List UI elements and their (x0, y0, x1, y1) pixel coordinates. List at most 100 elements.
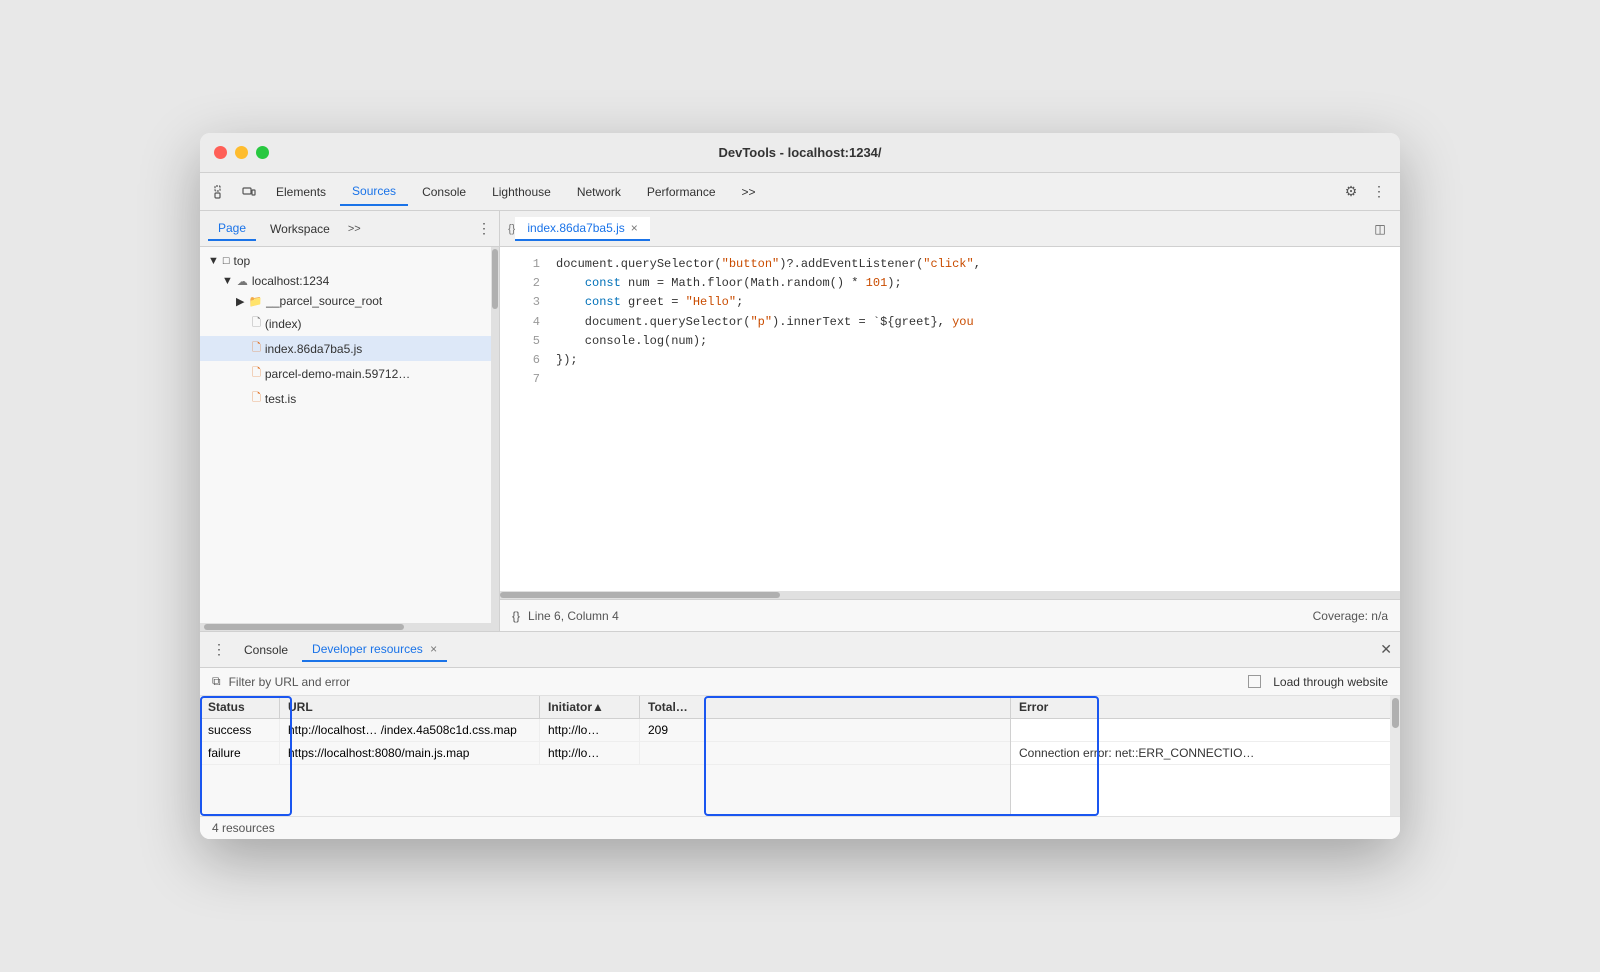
code-hscrollbar[interactable] (500, 591, 1400, 599)
table-row-2[interactable]: failure https://localhost:8080/main.js.m… (200, 742, 1010, 765)
code-tab-label: index.86da7ba5.js (527, 221, 624, 235)
tree-item-index[interactable]: 🗋 (index) (200, 311, 491, 336)
tree-item-localhost[interactable]: ▼ ☁ localhost:1234 (200, 271, 491, 291)
tree-item-index-js[interactable]: 🗋 index.86da7ba5.js (200, 336, 491, 361)
tab-page[interactable]: Page (208, 217, 256, 241)
left-panel-hscrollbar[interactable] (200, 623, 499, 631)
resources-scrollbar-thumb[interactable] (1392, 698, 1399, 728)
bottom-tab-bar: ⋮ Console Developer resources × ✕ (200, 632, 1400, 668)
filter-icon: ⧉ (212, 674, 221, 689)
tab-console[interactable]: Console (410, 179, 478, 205)
tab-sources[interactable]: Sources (340, 178, 408, 206)
th-initiator: Initiator▲ (540, 696, 640, 718)
error-row-2: Connection error: net::ERR_CONNECTIO… (1011, 742, 1390, 765)
code-position: Line 6, Column 4 (528, 609, 619, 623)
settings-icon[interactable]: ⚙ (1338, 179, 1364, 205)
code-format-icon[interactable]: {} (508, 223, 515, 235)
file-icon-indexjs: 🗋 (252, 339, 261, 358)
tab-lighthouse[interactable]: Lighthouse (480, 179, 563, 205)
line-num-5: 5 (512, 332, 540, 351)
tree-item-parcel-root[interactable]: ▶ 📁 __parcel_source_root (200, 291, 491, 311)
td-url-1: http://localhost… /index.4a508c1d.css.ma… (280, 719, 540, 741)
tab-dev-resources-close[interactable]: × (430, 642, 437, 656)
title-bar: DevTools - localhost:1234/ (200, 133, 1400, 173)
file-icon-index: 🗋 (252, 314, 261, 333)
minimize-button[interactable] (235, 146, 248, 159)
resource-count: 4 resources (212, 821, 275, 835)
tab-console-bottom[interactable]: Console (234, 639, 298, 661)
code-line-6: 6 }); (500, 351, 1400, 370)
close-button[interactable] (214, 146, 227, 159)
left-panel-hscrollbar-thumb[interactable] (204, 624, 404, 630)
error-row-1 (1011, 719, 1390, 742)
more-options-icon[interactable]: ⋮ (1366, 179, 1392, 205)
code-line-7: 7 (500, 370, 1400, 389)
left-panel-tabs: Page Workspace >> ⋮ (200, 211, 499, 247)
load-through-website-checkbox[interactable] (1248, 675, 1261, 688)
main-content: Page Workspace >> ⋮ ▼ □ top (200, 211, 1400, 631)
tab-performance[interactable]: Performance (635, 179, 728, 205)
format-icon: {} (512, 609, 520, 623)
file-icon-parcel: 🗋 (252, 364, 261, 383)
tab-dev-resources[interactable]: Developer resources × (302, 638, 447, 662)
tab-more[interactable]: >> (730, 179, 768, 205)
resources-scrollbar[interactable] (1390, 696, 1400, 816)
td-url-2: https://localhost:8080/main.js.map (280, 742, 540, 764)
left-panel: Page Workspace >> ⋮ ▼ □ top (200, 211, 500, 631)
bottom-menu-icon[interactable]: ⋮ (208, 637, 230, 662)
th-total: Total… (640, 696, 690, 718)
tree-item-testis[interactable]: 🗋 test.is (200, 386, 491, 411)
arrow-down-icon: ▼ (208, 255, 219, 267)
status-bar: {} Line 6, Column 4 Coverage: n/a (500, 599, 1400, 631)
bottom-footer: 4 resources (200, 816, 1400, 839)
bottom-panel: ⋮ Console Developer resources × ✕ ⧉ Filt… (200, 631, 1400, 839)
window-title: DevTools - localhost:1234/ (718, 145, 881, 160)
left-panel-scrollbar[interactable] (491, 247, 499, 623)
code-line-3: 3 const greet = "Hello"; (500, 293, 1400, 312)
code-tab-close[interactable]: × (631, 221, 638, 235)
code-line-5: 5 console.log(num); (500, 332, 1400, 351)
line-content-3: const greet = "Hello"; (556, 293, 1388, 312)
code-hscrollbar-thumb[interactable] (500, 592, 780, 598)
line-num-3: 3 (512, 293, 540, 312)
td-status-1: success (200, 719, 280, 741)
error-header: Error (1011, 696, 1390, 719)
td-total-2 (640, 742, 690, 764)
table-row-1[interactable]: success http://localhost… /index.4a508c1… (200, 719, 1010, 742)
maximize-button[interactable] (256, 146, 269, 159)
file-tree: ▼ □ top ▼ ☁ localhost:1234 ▶ (200, 247, 491, 623)
code-panel: {} index.86da7ba5.js × ◫ 1 document.quer… (500, 211, 1400, 631)
line-num-1: 1 (512, 255, 540, 274)
resources-table: Status URL Initiator▲ Total… success htt… (200, 696, 1010, 816)
tab-workspace[interactable]: Workspace (260, 218, 340, 240)
code-line-1: 1 document.querySelector("button")?.addE… (500, 255, 1400, 274)
code-area[interactable]: 1 document.querySelector("button")?.addE… (500, 247, 1400, 591)
line-num-4: 4 (512, 313, 540, 332)
td-total-1: 209 (640, 719, 690, 741)
folder-top-icon: □ (223, 255, 230, 267)
close-bottom-panel[interactable]: ✕ (1380, 641, 1392, 658)
tree-item-parcel-main[interactable]: 🗋 parcel-demo-main.59712… (200, 361, 491, 386)
tab-more-left[interactable]: >> (344, 219, 365, 239)
table-header: Status URL Initiator▲ Total… (200, 696, 1010, 719)
coverage-text: Coverage: n/a (1313, 609, 1388, 623)
code-tabs: {} index.86da7ba5.js × ◫ (500, 211, 1400, 247)
top-tab-bar: Elements Sources Console Lighthouse Netw… (200, 173, 1400, 211)
tab-elements[interactable]: Elements (264, 179, 338, 205)
inspect-icon[interactable] (208, 179, 234, 205)
code-line-4: 4 document.querySelector("p").innerText … (500, 313, 1400, 332)
line-content-4: document.querySelector("p").innerText = … (556, 313, 1388, 332)
left-panel-menu[interactable]: ⋮ (477, 220, 491, 237)
error-panel: Error Connection error: net::ERR_CONNECT… (1010, 696, 1390, 816)
code-panel-toggle[interactable]: ◫ (1368, 217, 1392, 241)
th-status: Status (200, 696, 280, 718)
tab-network[interactable]: Network (565, 179, 633, 205)
resources-area: Status URL Initiator▲ Total… success htt… (200, 696, 1400, 816)
left-panel-scrollbar-thumb[interactable] (492, 249, 498, 309)
tree-item-top[interactable]: ▼ □ top (200, 251, 491, 271)
code-tab-active[interactable]: index.86da7ba5.js × (515, 217, 649, 241)
cloud-icon: ☁ (237, 275, 248, 288)
filter-placeholder: Filter by URL and error (229, 675, 351, 689)
device-toggle-icon[interactable] (236, 179, 262, 205)
td-status-2: failure (200, 742, 280, 764)
